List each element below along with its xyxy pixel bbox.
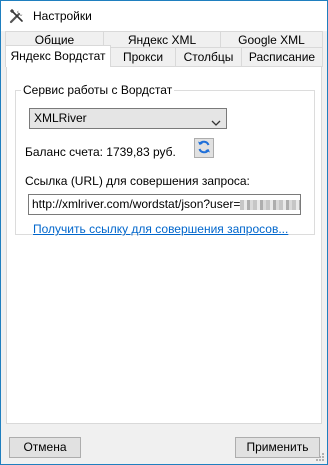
redacted-user-token — [240, 199, 300, 210]
tab-schedule[interactable]: Расписание — [241, 47, 323, 67]
url-label: Ссылка (URL) для совершения запроса: — [25, 174, 250, 188]
title-bar[interactable]: Настройки — [1, 1, 327, 31]
cancel-button[interactable]: Отмена — [9, 437, 81, 458]
tab-yandex-wordstat[interactable]: Яндекс Вордстат — [5, 45, 111, 67]
resize-grip-icon[interactable] — [314, 451, 325, 462]
window-title: Настройки — [33, 9, 92, 23]
request-url-value: http://xmlriver.com/wordstat/json?user= — [32, 197, 241, 211]
request-url-field[interactable]: http://xmlriver.com/wordstat/json?user= — [28, 194, 301, 215]
balance-label: Баланс счета: 1739,83 руб. — [25, 145, 176, 159]
tools-icon — [9, 8, 25, 24]
service-select-value: XMLRiver — [34, 111, 87, 125]
settings-window: Настройки Общие Яндекс XML Google XML Ян… — [0, 0, 328, 465]
refresh-icon — [197, 140, 211, 157]
tab-columns[interactable]: Столбцы — [175, 47, 242, 67]
group-legend: Сервис работы с Вордстат — [23, 83, 173, 97]
tab-proxy[interactable]: Прокси — [110, 47, 176, 67]
chevron-down-icon — [211, 114, 221, 133]
tab-strip: Общие Яндекс XML Google XML Яндекс Вордс… — [1, 31, 327, 67]
get-request-link[interactable]: Получить ссылку для совершения запросов.… — [33, 222, 288, 236]
service-select[interactable]: XMLRiver — [29, 108, 227, 129]
apply-button[interactable]: Применить — [235, 437, 320, 458]
refresh-balance-button[interactable] — [194, 138, 214, 158]
